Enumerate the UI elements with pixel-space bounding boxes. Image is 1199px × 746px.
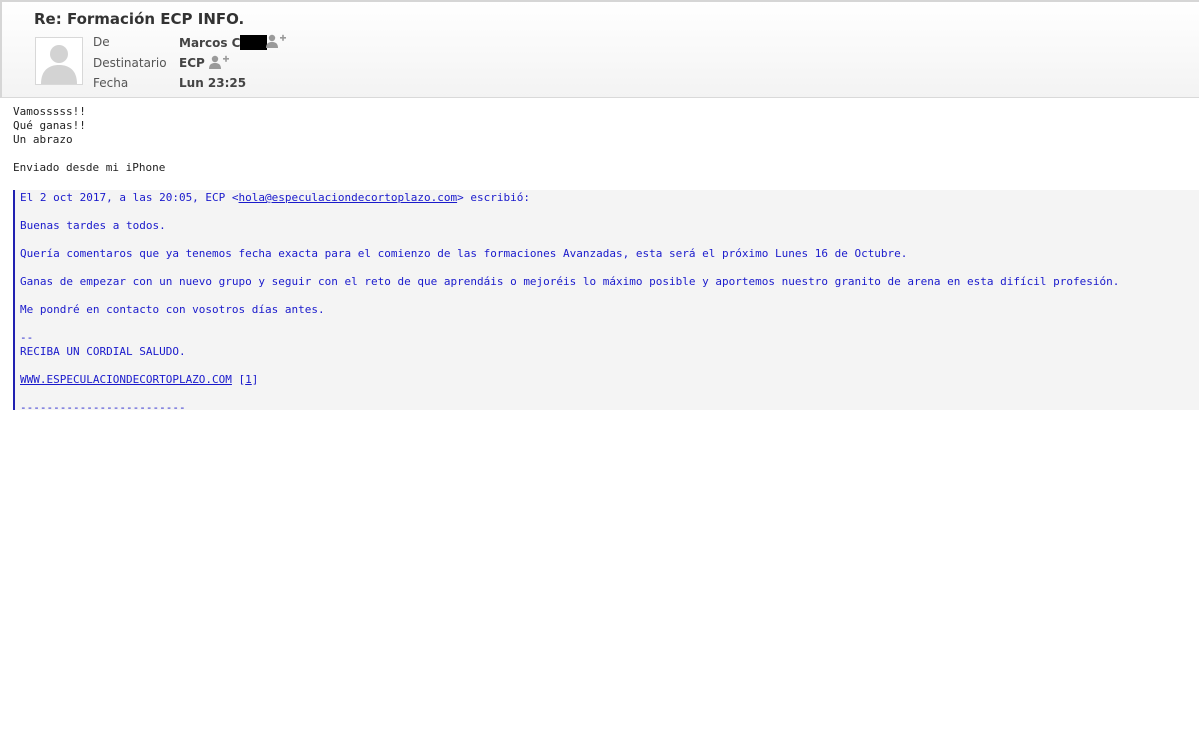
- add-contact-icon[interactable]: [266, 34, 286, 48]
- email-link[interactable]: hola@especulaciondecortoplazo.com: [239, 191, 458, 204]
- reference-link[interactable]: 1: [245, 373, 252, 386]
- quote-intro-suffix: > escribió:: [457, 191, 530, 204]
- body-line: Vamosssss!!: [13, 105, 86, 118]
- separator-line: -------------------------: [20, 401, 186, 410]
- body-signature: Enviado desde mi iPhone: [13, 161, 166, 174]
- quote-greeting: Buenas tardes a todos.: [20, 219, 166, 232]
- message-header: Re: Formación ECP INFO. De Marcos C Dest…: [0, 0, 1199, 98]
- website-link[interactable]: WWW.ESPECULACIONDECORTOPLAZO.COM: [20, 373, 232, 386]
- to-label: Destinatario: [93, 56, 167, 70]
- date-value: Lun 23:25: [179, 76, 247, 90]
- add-contact-icon[interactable]: [209, 55, 229, 69]
- person-silhouette-icon: [36, 38, 82, 84]
- body-line: Qué ganas!!: [13, 119, 86, 132]
- quote-paragraph: Quería comentaros que ya tenemos fecha e…: [20, 247, 908, 260]
- from-value[interactable]: Marcos C: [179, 35, 268, 50]
- message-subject: Re: Formación ECP INFO.: [34, 10, 245, 28]
- quote-paragraph: Ganas de empezar con un nuevo grupo y se…: [20, 275, 1120, 288]
- ref-close: ]: [251, 373, 259, 386]
- quote-intro: El 2 oct 2017, a las 20:05, ECP <hola@es…: [20, 191, 530, 205]
- to-value[interactable]: ECP: [179, 56, 205, 70]
- website-line: WWW.ESPECULACIONDECORTOPLAZO.COM [1]: [20, 373, 258, 387]
- signature-greeting: RECIBA UN CORDIAL SALUDO.: [20, 345, 186, 358]
- quote-paragraph: Me pondré en contacto con vosotros días …: [20, 303, 325, 316]
- sender-avatar: [35, 37, 83, 85]
- quoted-message: El 2 oct 2017, a las 20:05, ECP <hola@es…: [13, 190, 1199, 410]
- sender-name: Marcos C: [179, 36, 241, 50]
- date-label: Fecha: [93, 76, 129, 90]
- signature-dash: --: [20, 331, 34, 344]
- redaction-block: [240, 35, 268, 50]
- quote-intro-prefix: El 2 oct 2017, a las 20:05, ECP <: [20, 191, 239, 204]
- from-label: De: [93, 35, 110, 49]
- body-line: Un abrazo: [13, 133, 73, 146]
